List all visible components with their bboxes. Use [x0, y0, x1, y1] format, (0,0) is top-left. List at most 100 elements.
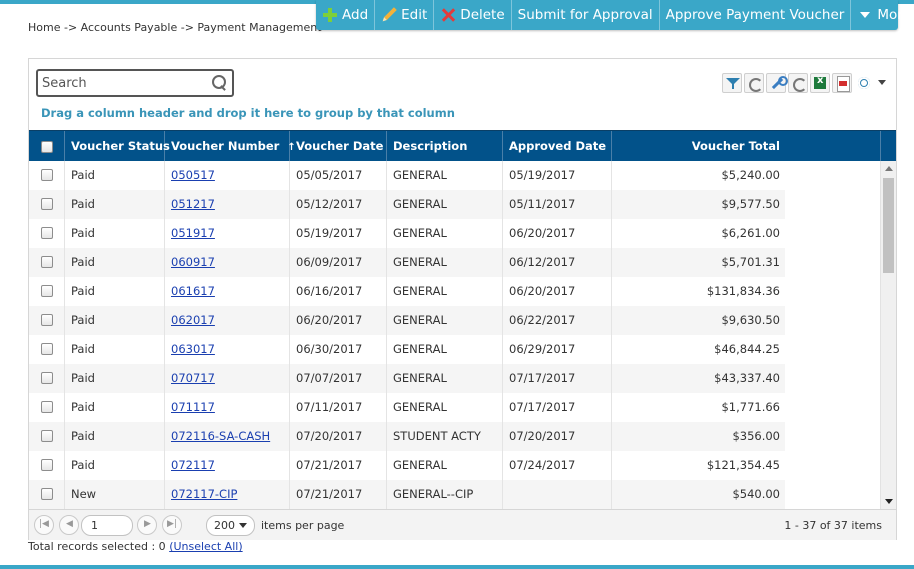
cell-total: $6,261.00 — [721, 226, 780, 240]
scroll-down-icon[interactable] — [885, 499, 893, 504]
last-page-button[interactable]: ▶| — [162, 515, 182, 535]
table-row[interactable]: Paid 050517 05/05/2017 GENERAL 05/19/2017 $5,… — [29, 161, 785, 190]
column-header-voucher-date[interactable]: Voucher Date — [290, 131, 387, 162]
previous-page-button[interactable]: ◀ — [59, 515, 79, 535]
row-select-cell — [29, 219, 65, 248]
cell-number: 051917 — [165, 219, 290, 248]
row-checkbox[interactable] — [40, 168, 53, 181]
table-row[interactable]: Paid 070717 07/07/2017 GENERAL 07/17/2017 $43… — [29, 364, 785, 393]
row-checkbox[interactable] — [40, 429, 53, 442]
table-row[interactable]: Paid 051917 05/19/2017 GENERAL 06/20/2017 $6,… — [29, 219, 785, 248]
previous-page-icon: ◀ — [66, 519, 73, 529]
settings-menu-button[interactable] — [854, 73, 888, 93]
row-select-cell — [29, 248, 65, 277]
voucher-number-link[interactable]: 071117 — [171, 400, 215, 414]
pencil-icon — [378, 4, 401, 27]
voucher-number-link[interactable]: 062017 — [171, 313, 215, 327]
unselect-all-link[interactable]: (Unselect All) — [169, 540, 242, 553]
cell-number: 063017 — [165, 335, 290, 364]
cell-date: 07/07/2017 — [290, 364, 387, 393]
edit-button-label: Edit — [401, 7, 428, 23]
row-checkbox[interactable] — [40, 197, 53, 210]
cell-number: 072116-SA-CASH — [165, 422, 290, 451]
next-page-button[interactable]: ▶ — [137, 515, 157, 535]
excel-icon[interactable] — [810, 73, 830, 93]
cell-date: 06/09/2017 — [290, 248, 387, 277]
row-select-cell — [29, 277, 65, 306]
cell-status: Paid — [65, 190, 165, 219]
voucher-number-link[interactable]: 050517 — [171, 168, 215, 182]
column-header-approved-date[interactable]: Approved Date — [503, 131, 612, 162]
add-button[interactable]: Add — [316, 0, 376, 30]
reset-refresh-icon[interactable] — [788, 73, 808, 93]
edit-button[interactable]: Edit — [375, 0, 435, 30]
pdf-icon[interactable] — [832, 73, 852, 93]
select-all-checkbox[interactable] — [40, 140, 53, 153]
search-input[interactable] — [42, 74, 202, 92]
cell-total: $46,844.25 — [714, 342, 780, 356]
approve-payment-voucher-button[interactable]: Approve Payment Voucher — [660, 0, 852, 30]
submit-for-approval-button[interactable]: Submit for Approval — [512, 0, 660, 30]
row-checkbox[interactable] — [40, 342, 53, 355]
voucher-number-link[interactable]: 072117 — [171, 458, 215, 472]
filter-icon[interactable] — [722, 73, 742, 93]
table-row[interactable]: Paid 060917 06/09/2017 GENERAL 06/12/2017 $5,… — [29, 248, 785, 277]
search-icon[interactable] — [212, 75, 226, 89]
row-select-cell — [29, 422, 65, 451]
page-size-select[interactable]: 200 — [206, 515, 255, 536]
row-select-cell — [29, 480, 65, 509]
row-checkbox[interactable] — [40, 371, 53, 384]
column-header-description[interactable]: Description — [387, 131, 503, 162]
voucher-number-link[interactable]: 072116-SA-CASH — [171, 429, 270, 443]
column-header-voucher-status[interactable]: Voucher Status — [65, 131, 170, 162]
voucher-number-link[interactable]: 051217 — [171, 197, 215, 211]
grid-body: Paid 050517 05/05/2017 GENERAL 05/19/2017 $5,… — [29, 161, 880, 509]
row-checkbox[interactable] — [40, 226, 53, 239]
column-header-voucher-number[interactable]: Voucher Number ↑ — [165, 131, 296, 162]
table-row[interactable]: Paid 072116-SA-CASH 07/20/2017 STUDENT ACTY… — [29, 422, 785, 451]
grid-header-row: Voucher Status Voucher Number ↑ Voucher D… — [29, 130, 896, 162]
cell-date: 05/05/2017 — [290, 161, 387, 190]
voucher-number-link[interactable]: 060917 — [171, 255, 215, 269]
cell-description: GENERAL — [387, 277, 503, 306]
table-row[interactable]: Paid 062017 06/20/2017 GENERAL 06/22/2017 $9,… — [29, 306, 785, 335]
wrench-icon[interactable] — [766, 73, 788, 93]
row-checkbox[interactable] — [40, 458, 53, 471]
table-row[interactable]: New 072117-CIP 07/21/2017 GENERAL--CIP $540.… — [29, 480, 785, 509]
refresh-icon[interactable] — [744, 73, 764, 93]
table-row[interactable]: Paid 061617 06/16/2017 GENERAL 06/20/2017 $13… — [29, 277, 785, 306]
table-row[interactable]: Paid 071117 07/11/2017 GENERAL 07/17/2017 $1,… — [29, 393, 785, 422]
first-page-button[interactable]: |◀ — [34, 515, 54, 535]
voucher-number-link[interactable]: 072117-CIP — [171, 487, 237, 501]
table-row[interactable]: Paid 063017 06/30/2017 GENERAL 06/29/2017 $46… — [29, 335, 785, 364]
gear-icon — [856, 75, 872, 91]
table-row[interactable]: Paid 051217 05/12/2017 GENERAL 05/11/2017 $9,… — [29, 190, 785, 219]
voucher-number-link[interactable]: 063017 — [171, 342, 215, 356]
voucher-number-link[interactable]: 061617 — [171, 284, 215, 298]
voucher-number-link[interactable]: 051917 — [171, 226, 215, 240]
cell-description: GENERAL — [387, 306, 503, 335]
vertical-scrollbar[interactable] — [880, 161, 896, 509]
cell-status: New — [65, 480, 165, 509]
cell-total: $5,240.00 — [721, 168, 780, 182]
more-menu-button[interactable]: More — [851, 0, 914, 30]
delete-button[interactable]: Delete — [434, 0, 512, 30]
column-header-voucher-total[interactable]: Voucher Total — [612, 131, 881, 162]
row-checkbox[interactable] — [40, 284, 53, 297]
row-checkbox[interactable] — [40, 313, 53, 326]
cell-approved: 07/24/2017 — [503, 451, 612, 480]
first-page-icon: |◀ — [39, 519, 49, 529]
row-checkbox[interactable] — [40, 400, 53, 413]
row-checkbox[interactable] — [40, 255, 53, 268]
row-select-cell — [29, 451, 65, 480]
cell-status: Paid — [65, 161, 165, 190]
scroll-up-icon[interactable] — [885, 166, 893, 171]
cell-approved: 07/17/2017 — [503, 393, 612, 422]
page-number-input[interactable] — [81, 515, 133, 536]
row-select-cell — [29, 364, 65, 393]
breadcrumb: Home -> Accounts Payable -> Payment Mana… — [28, 21, 322, 34]
table-row[interactable]: Paid 072117 07/21/2017 GENERAL 07/24/2017 $12… — [29, 451, 785, 480]
row-checkbox[interactable] — [40, 487, 53, 500]
scrollbar-thumb[interactable] — [883, 178, 894, 273]
voucher-number-link[interactable]: 070717 — [171, 371, 215, 385]
